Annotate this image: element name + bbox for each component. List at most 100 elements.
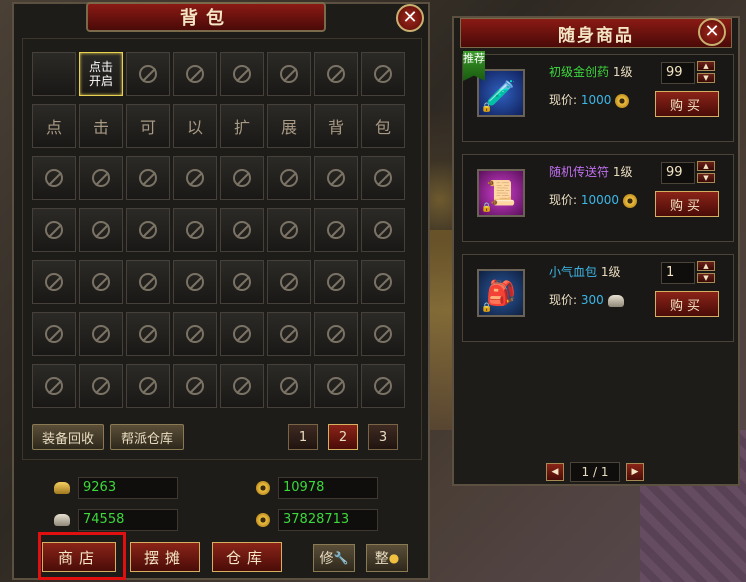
bag-slot-locked[interactable] <box>32 208 76 252</box>
quantity-input[interactable]: 1 <box>661 262 695 284</box>
increase-icon[interactable]: ▲ <box>697 261 715 271</box>
bag-slot-locked[interactable] <box>361 364 405 408</box>
bag-slot-locked[interactable] <box>126 156 170 200</box>
quantity-input[interactable]: 99 <box>661 62 695 84</box>
bag-slot-locked[interactable] <box>220 208 264 252</box>
bag-slot-locked[interactable] <box>220 260 264 304</box>
bag-slot-locked[interactable] <box>314 260 358 304</box>
price-label: 现价: <box>549 293 578 307</box>
bag-slot-locked[interactable] <box>32 364 76 408</box>
buy-button[interactable]: 购买 <box>655 91 719 117</box>
bag-slot-locked[interactable] <box>126 52 170 96</box>
bag-icon[interactable]: 🎒 🔒 <box>477 269 525 317</box>
bag-slot-locked[interactable] <box>267 364 311 408</box>
shop-item-card: 📜 🔒 随机传送符 1级 现价: 10000 99 ▲ ▼ 购买 <box>462 154 734 242</box>
bag-slot-locked[interactable] <box>173 156 217 200</box>
prohibited-icon <box>374 273 392 291</box>
bag-slot-unlock[interactable]: 点击 开启 <box>79 52 123 96</box>
stall-button[interactable]: 摆摊 <box>130 542 200 572</box>
bag-slot-locked[interactable] <box>173 364 217 408</box>
equipment-recycle-button[interactable]: 装备回收 <box>32 424 104 450</box>
bag-expand-char[interactable]: 扩 <box>220 104 264 148</box>
increase-icon[interactable]: ▲ <box>697 61 715 71</box>
decrease-icon[interactable]: ▼ <box>697 73 715 83</box>
bag-slot-locked[interactable] <box>314 208 358 252</box>
bag-expand-char[interactable]: 点 <box>32 104 76 148</box>
item-name: 初级金创药 <box>549 65 610 79</box>
prohibited-icon <box>233 273 251 291</box>
buy-button[interactable]: 购买 <box>655 191 719 217</box>
decrease-icon[interactable]: ▼ <box>697 173 715 183</box>
bag-slot-locked[interactable] <box>314 52 358 96</box>
bag-slot-locked[interactable] <box>79 208 123 252</box>
scroll-icon[interactable]: 📜 🔒 <box>477 169 525 217</box>
bag-slot-locked[interactable] <box>361 156 405 200</box>
bag-slot-locked[interactable] <box>220 312 264 356</box>
increase-icon[interactable]: ▲ <box>697 161 715 171</box>
decrease-icon[interactable]: ▼ <box>697 273 715 283</box>
bag-expand-char[interactable]: 以 <box>173 104 217 148</box>
guild-storage-button[interactable]: 帮派仓库 <box>110 424 184 450</box>
bag-slot-locked[interactable] <box>361 208 405 252</box>
silver-ingot-value: 74558 <box>78 509 178 531</box>
bag-slot-locked[interactable] <box>79 260 123 304</box>
bag-slot-locked[interactable] <box>126 364 170 408</box>
bag-expand-char[interactable]: 背 <box>314 104 358 148</box>
bag-slot-locked[interactable] <box>361 260 405 304</box>
bag-slot-empty[interactable] <box>32 52 76 96</box>
bag-expand-char[interactable]: 包 <box>361 104 405 148</box>
bag-slot-locked[interactable] <box>32 312 76 356</box>
bag-slot-locked[interactable] <box>32 260 76 304</box>
bag-expand-char[interactable]: 击 <box>79 104 123 148</box>
bag-slot-locked[interactable] <box>267 312 311 356</box>
bag-slot-locked[interactable] <box>126 260 170 304</box>
item-name-row: 小气血包 1级 <box>549 263 620 280</box>
page-button-3[interactable]: 3 <box>368 424 398 450</box>
bag-slot-locked[interactable] <box>79 156 123 200</box>
bag-grid: 点击 开启点击可以扩展背包 <box>32 52 405 411</box>
bag-expand-char[interactable]: 可 <box>126 104 170 148</box>
bag-slot-locked[interactable] <box>314 312 358 356</box>
bag-slot-locked[interactable] <box>79 312 123 356</box>
quantity-input[interactable]: 99 <box>661 162 695 184</box>
bag-slot-locked[interactable] <box>267 156 311 200</box>
bag-slot-locked[interactable] <box>32 156 76 200</box>
repair-button[interactable]: 修 🔧 <box>313 544 355 572</box>
buy-button[interactable]: 购买 <box>655 291 719 317</box>
shop-close-button[interactable]: ✕ <box>698 18 726 46</box>
next-page-arrow-icon[interactable]: ▶ <box>626 463 644 481</box>
bag-close-button[interactable]: ✕ <box>396 4 424 32</box>
bag-slot-locked[interactable] <box>314 364 358 408</box>
item-level: 1级 <box>612 65 633 79</box>
bag-slot-locked[interactable] <box>220 364 264 408</box>
bag-slot-locked[interactable] <box>361 52 405 96</box>
item-price: 10000 <box>580 193 620 207</box>
prohibited-icon <box>139 65 157 83</box>
bag-slot-locked[interactable] <box>173 312 217 356</box>
bag-slot-locked[interactable] <box>126 208 170 252</box>
bag-expand-char[interactable]: 展 <box>267 104 311 148</box>
warehouse-button[interactable]: 仓库 <box>212 542 282 572</box>
bag-slot-locked[interactable] <box>173 52 217 96</box>
bag-slot-locked[interactable] <box>267 52 311 96</box>
bag-slot-locked[interactable] <box>267 208 311 252</box>
prohibited-icon <box>280 169 298 187</box>
bag-slot-locked[interactable] <box>220 156 264 200</box>
bag-slot-locked[interactable] <box>267 260 311 304</box>
prohibited-icon <box>45 377 63 395</box>
bag-slot-locked[interactable] <box>173 260 217 304</box>
prohibited-icon <box>186 65 204 83</box>
bag-slot-locked[interactable] <box>173 208 217 252</box>
bag-slot-locked[interactable] <box>79 364 123 408</box>
bag-slot-locked[interactable] <box>314 156 358 200</box>
price-label: 现价: <box>549 93 578 107</box>
page-button-1[interactable]: 1 <box>288 424 318 450</box>
prev-page-arrow-icon[interactable]: ◀ <box>546 463 564 481</box>
bag-slot-locked[interactable] <box>220 52 264 96</box>
sort-button[interactable]: 整 ● <box>366 544 408 572</box>
page-button-2[interactable]: 2 <box>328 424 358 450</box>
bag-slot-locked[interactable] <box>361 312 405 356</box>
prohibited-icon <box>280 325 298 343</box>
quantity-stepper: ▲ ▼ <box>697 161 715 183</box>
bag-slot-locked[interactable] <box>126 312 170 356</box>
